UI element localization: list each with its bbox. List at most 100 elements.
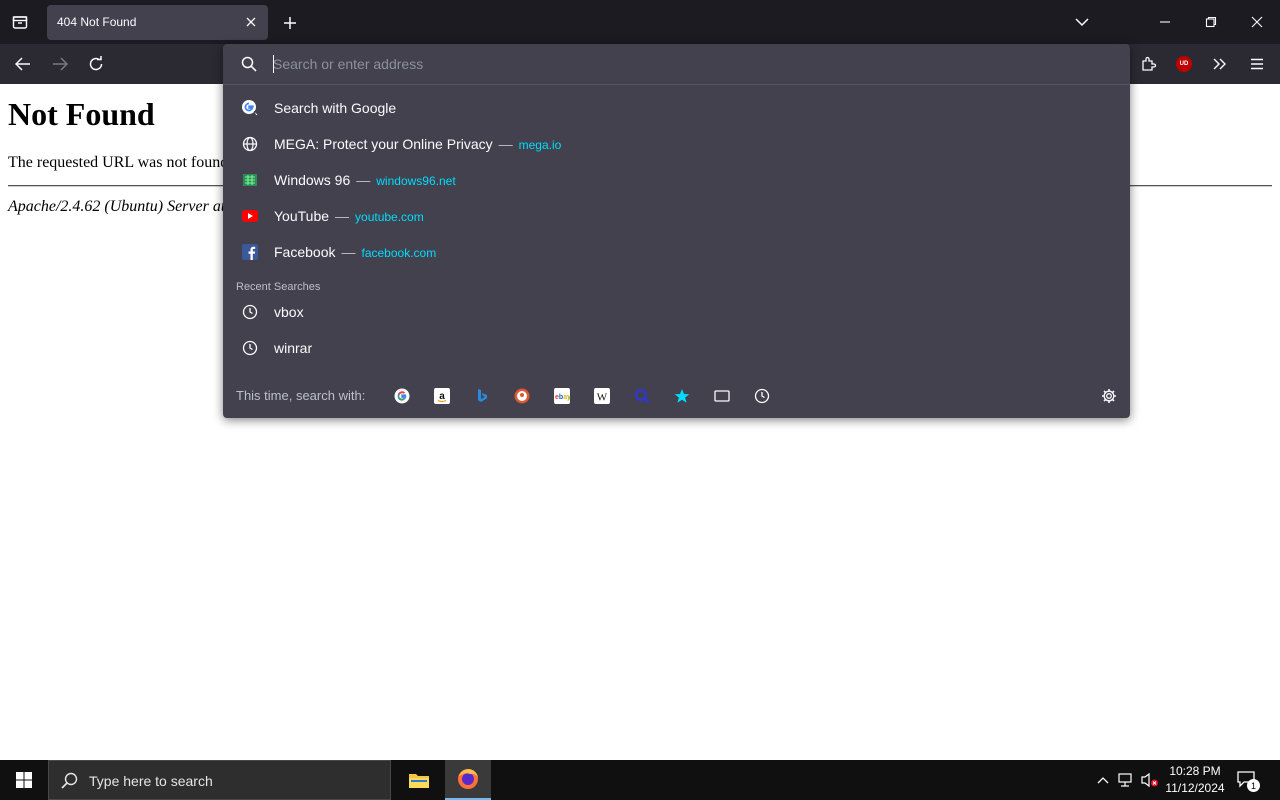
- one-off-label: This time, search with:: [236, 388, 366, 403]
- suggestion-search-google[interactable]: Search with Google: [229, 91, 1124, 125]
- show-hidden-icons-button[interactable]: [1094, 772, 1112, 788]
- recent-searches-heading: Recent Searches: [236, 281, 321, 293]
- chevron-down-icon: [1075, 18, 1089, 27]
- extensions-button[interactable]: [1138, 54, 1160, 74]
- folder-icon: [409, 774, 429, 788]
- address-input[interactable]: [273, 54, 1093, 74]
- suggestion-facebook[interactable]: Facebook — facebook.com: [229, 235, 1124, 269]
- puzzle-icon: [1142, 56, 1157, 71]
- firefox-icon: [458, 769, 478, 789]
- urlbar-popup: Search with Google MEGA: Protect your On…: [223, 44, 1130, 418]
- start-button[interactable]: [0, 760, 48, 800]
- tab-strip: 404 Not Found: [0, 0, 1280, 44]
- google-engine-icon[interactable]: [392, 386, 412, 406]
- duckduckgo-engine-icon[interactable]: [512, 386, 532, 406]
- volume-muted-icon[interactable]: [1141, 772, 1161, 788]
- text-caret: [273, 55, 274, 73]
- windows-logo-icon: [16, 772, 32, 788]
- system-clock[interactable]: 10:28 PM 11/12/2024: [1160, 763, 1230, 797]
- minimize-icon: [1160, 21, 1170, 23]
- firefox-taskbar-button[interactable]: [445, 760, 491, 800]
- file-explorer-button[interactable]: [397, 760, 441, 800]
- svg-text:W: W: [597, 392, 608, 404]
- minimize-button[interactable]: [1150, 12, 1180, 32]
- tabs-icon[interactable]: [712, 386, 732, 406]
- action-center-button[interactable]: 1: [1236, 770, 1260, 792]
- firefox-view-icon[interactable]: [10, 12, 30, 32]
- ublock-icon: UD: [1176, 56, 1192, 72]
- svg-text:a: a: [439, 391, 445, 402]
- page-title: Not Found: [8, 96, 155, 132]
- recent-search-text: vbox: [274, 304, 304, 320]
- suggestion-url: youtube.com: [355, 210, 424, 224]
- back-button[interactable]: [12, 54, 34, 74]
- suggestion-url: facebook.com: [361, 246, 437, 260]
- plus-icon: [284, 17, 296, 29]
- search-icon: [241, 56, 257, 77]
- list-all-tabs-button[interactable]: [1071, 12, 1093, 32]
- taskbar: Type here to search 10:28 PM 11/12/2024 …: [0, 760, 1280, 800]
- suggestion-windows96[interactable]: Windows 96 — windows96.net: [229, 163, 1124, 197]
- clock-date: 11/12/2024: [1165, 781, 1225, 795]
- network-icon[interactable]: [1118, 772, 1136, 788]
- close-icon: [1251, 16, 1263, 28]
- history-clock-icon[interactable]: [752, 386, 772, 406]
- suggestion-title: Search with Google: [274, 100, 397, 116]
- separator: —: [498, 136, 513, 152]
- restore-button[interactable]: [1196, 12, 1226, 32]
- chevron-up-icon: [1097, 777, 1109, 784]
- bookmarks-star-icon[interactable]: [672, 386, 692, 406]
- separator: —: [335, 208, 350, 224]
- suggestion-title: Facebook: [274, 244, 336, 260]
- one-off-search-bar: This time, search with: a ebay W: [223, 374, 1130, 418]
- separator: —: [341, 244, 356, 260]
- separator: —: [356, 172, 371, 188]
- search-icon: [61, 772, 78, 794]
- overflow-menu-button[interactable]: [1209, 54, 1231, 74]
- reload-button[interactable]: [85, 54, 107, 74]
- restore-icon: [1205, 16, 1217, 28]
- close-window-button[interactable]: [1242, 12, 1272, 32]
- search-engine-icon[interactable]: [632, 386, 652, 406]
- urlbar-input-row: [223, 44, 1130, 85]
- tab-active[interactable]: 404 Not Found: [47, 5, 268, 40]
- clock-time: 10:28 PM: [1169, 764, 1221, 778]
- globe-icon: [241, 135, 259, 153]
- arrow-right-icon: [53, 57, 68, 71]
- windows96-icon: [241, 171, 259, 189]
- gear-icon[interactable]: [1099, 386, 1119, 406]
- suggestion-title: Windows 96: [274, 172, 351, 188]
- youtube-icon: [241, 207, 259, 225]
- amazon-engine-icon[interactable]: a: [432, 386, 452, 406]
- wikipedia-engine-icon[interactable]: W: [592, 386, 612, 406]
- reload-icon: [89, 56, 103, 71]
- hamburger-icon: [1251, 58, 1263, 70]
- notification-count-badge: 1: [1247, 779, 1260, 792]
- app-menu-button[interactable]: [1246, 54, 1268, 74]
- suggestion-youtube[interactable]: YouTube — youtube.com: [229, 199, 1124, 233]
- tab-title: 404 Not Found: [57, 15, 137, 29]
- double-chevron-right-icon: [1213, 58, 1226, 70]
- suggestion-mega[interactable]: MEGA: Protect your Online Privacy — mega.i…: [229, 127, 1124, 161]
- clock-icon: [241, 339, 259, 357]
- suggestion-title: YouTube: [274, 208, 330, 224]
- ebay-engine-icon[interactable]: ebay: [552, 386, 572, 406]
- suggestion-title: MEGA: Protect your Online Privacy: [274, 136, 493, 152]
- recent-search-item[interactable]: winrar: [229, 331, 1124, 365]
- recent-search-item[interactable]: vbox: [229, 295, 1124, 329]
- recent-search-text: winrar: [274, 340, 313, 356]
- google-icon: [241, 99, 259, 117]
- forward-button[interactable]: [49, 54, 71, 74]
- suggestion-url: mega.io: [518, 138, 562, 152]
- arrow-left-icon: [15, 57, 30, 71]
- suggestion-url: windows96.net: [376, 174, 456, 188]
- ublock-origin-button[interactable]: UD: [1174, 54, 1194, 74]
- taskbar-search-box[interactable]: Type here to search: [48, 760, 391, 800]
- new-tab-button[interactable]: [279, 12, 301, 34]
- bing-engine-icon[interactable]: [472, 386, 492, 406]
- svg-text:ebay: ebay: [555, 394, 570, 401]
- facebook-icon: [241, 243, 259, 261]
- close-icon[interactable]: [242, 13, 260, 31]
- clock-icon: [241, 303, 259, 321]
- taskbar-search-placeholder: Type here to search: [89, 773, 213, 789]
